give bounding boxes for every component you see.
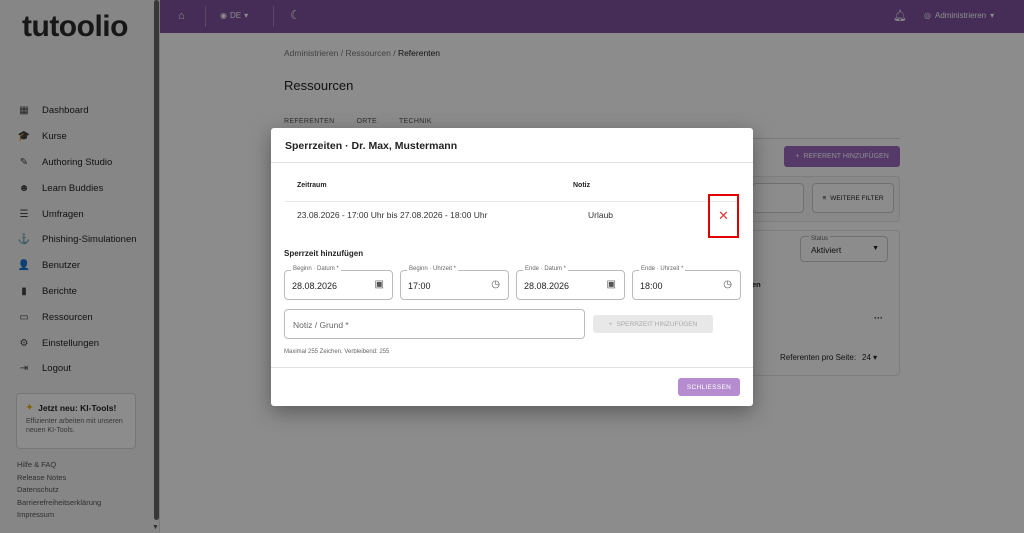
begin-time-label: Beginn · Uhrzeit *	[407, 266, 459, 272]
modal-backdrop[interactable]	[0, 0, 160, 533]
char-limit-hint: Maximal 255 Zeichen. Verbleibend: 255	[284, 349, 390, 355]
note-input[interactable]: Notiz / Grund *	[284, 309, 585, 339]
dialog-title: Sperrzeiten · Dr. Max, Mustermann	[285, 140, 458, 152]
begin-date-field[interactable]: Beginn · Datum * 28.08.2026 ▣	[284, 266, 393, 300]
add-section-title: Sperrzeit hinzufügen	[284, 249, 364, 258]
row-notiz: Urlaub	[588, 210, 614, 220]
add-sperrzeit-button[interactable]: + SPERRZEIT HINZUFÜGEN	[593, 315, 713, 333]
clock-icon[interactable]: ◷	[723, 279, 732, 290]
column-header-notiz: Notiz	[573, 182, 591, 189]
end-date-label: Ende · Datum *	[523, 266, 569, 272]
end-date-value: 28.08.2026	[524, 281, 570, 291]
begin-time-field[interactable]: Beginn · Uhrzeit * 17:00 ◷	[400, 266, 509, 300]
sperrzeiten-dialog: Sperrzeiten · Dr. Max, Mustermann Zeitra…	[271, 128, 753, 406]
end-time-value: 18:00	[640, 281, 663, 291]
add-sperrzeit-label: SPERRZEIT HINZUFÜGEN	[616, 320, 698, 328]
close-dialog-button[interactable]: SCHLIESSEN	[678, 378, 740, 396]
clock-icon[interactable]: ◷	[491, 279, 500, 290]
begin-date-value: 28.08.2026	[292, 281, 338, 291]
divider	[285, 201, 739, 202]
delete-sperrzeit-button[interactable]: ✕	[708, 194, 739, 238]
begin-date-label: Beginn · Datum *	[291, 266, 341, 272]
end-time-label: Ende · Uhrzeit *	[639, 266, 686, 272]
calendar-icon[interactable]: ▣	[375, 279, 384, 290]
close-icon: ✕	[718, 208, 729, 223]
calendar-icon[interactable]: ▣	[607, 279, 616, 290]
divider	[271, 162, 753, 163]
end-date-field[interactable]: Ende · Datum * 28.08.2026 ▣	[516, 266, 625, 300]
column-header-zeitraum: Zeitraum	[297, 182, 327, 189]
row-zeitraum: 23.08.2026 - 17:00 Uhr bis 27.08.2026 - …	[297, 210, 488, 220]
divider	[271, 367, 753, 368]
end-time-field[interactable]: Ende · Uhrzeit * 18:00 ◷	[632, 266, 741, 300]
plus-icon: +	[608, 320, 613, 328]
begin-time-value: 17:00	[408, 281, 431, 291]
note-placeholder: Notiz / Grund *	[293, 320, 349, 330]
